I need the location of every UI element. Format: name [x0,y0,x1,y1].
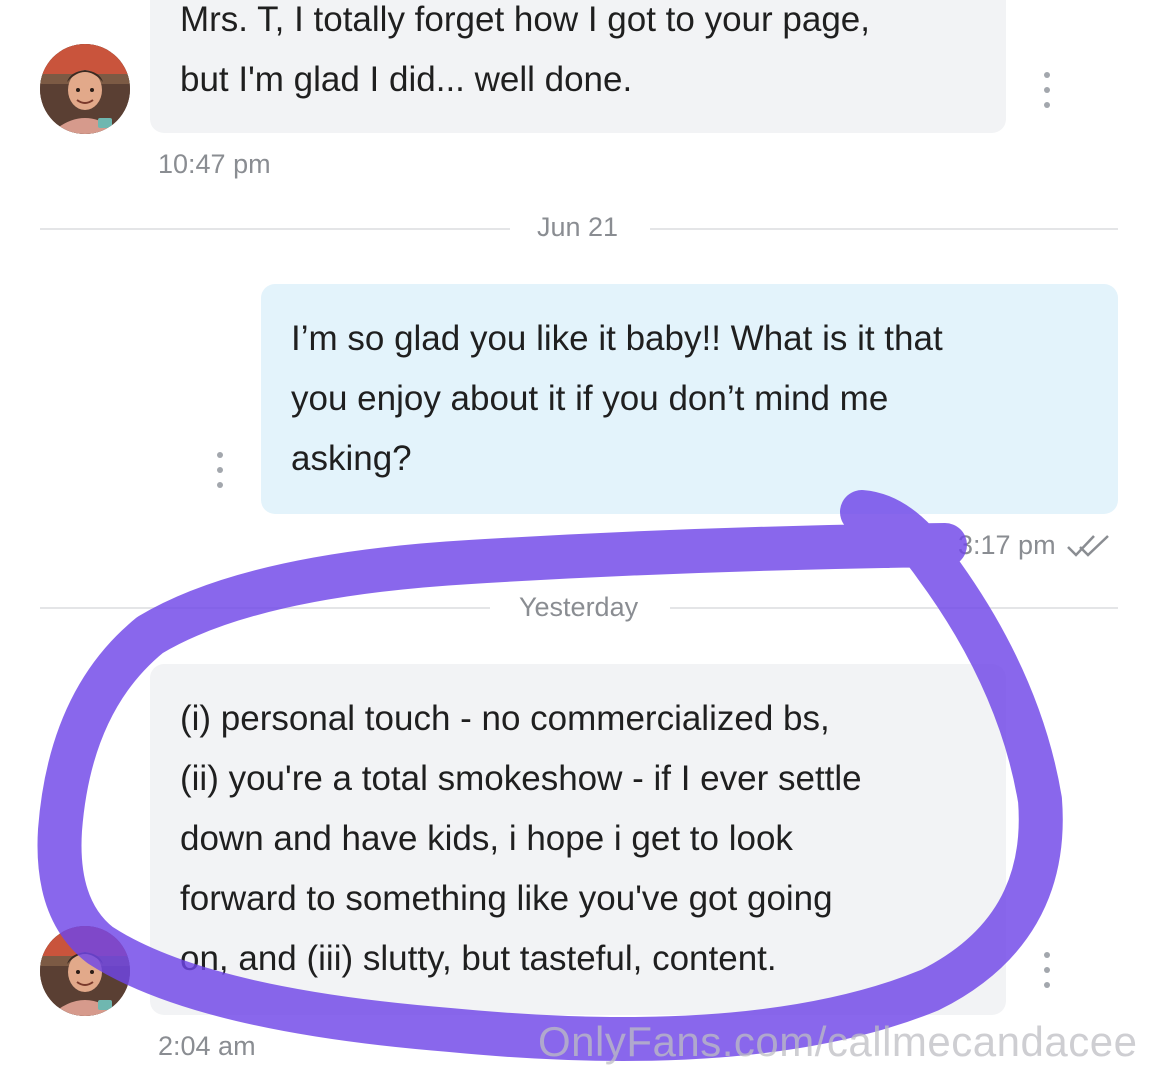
message-timestamp: 3:17 pm [958,530,1056,560]
sender-avatar[interactable] [40,926,130,1016]
sender-avatar[interactable] [40,44,130,134]
chat-screen: Mrs. T, I totally forget how I got to yo… [0,0,1158,1080]
double-check-icon [1067,535,1109,557]
date-separator-label: Yesterday [519,592,639,622]
message-text-line: (ii) you're a total smokeshow - if I eve… [180,759,862,798]
date-separator-label: Jun 21 [537,212,619,242]
date-separator-line [650,228,1118,230]
more-options-icon[interactable] [212,452,228,488]
message-text-line: but I'm glad I did... well done. [180,60,633,99]
message-bubble-outgoing[interactable]: I’m so glad you like it baby!! What is i… [261,284,1118,514]
message-bubble-incoming[interactable]: (i) personal touch - no commercialized b… [150,664,1006,1015]
message-text-line: I’m so glad you like it baby!! What is i… [291,319,943,358]
message-timestamp: 10:47 pm [158,149,271,179]
date-separator-line [670,607,1118,609]
message-text-line: Mrs. T, I totally forget how I got to yo… [180,0,870,39]
message-text-line: asking? [291,439,412,478]
message-text-line: down and have kids, i hope i get to look [180,819,793,858]
avatar-photo [40,926,130,1016]
message-text-line: you enjoy about it if you don’t mind me [291,379,889,418]
message-text-line: forward to something like you've got goi… [180,879,833,918]
message-text-line: on, and (iii) slutty, but tasteful, cont… [180,939,777,978]
date-separator-line [40,607,490,609]
message-text-line: (i) personal touch - no commercialized b… [180,699,830,738]
avatar-photo [40,44,130,134]
message-timestamp: 2:04 am [158,1031,256,1061]
message-bubble-incoming[interactable]: Mrs. T, I totally forget how I got to yo… [150,0,1006,133]
watermark-text: OnlyFans.com/callmecandacee [538,1018,1138,1065]
more-options-icon[interactable] [1039,952,1055,988]
date-separator-line [40,228,510,230]
more-options-icon[interactable] [1039,72,1055,108]
